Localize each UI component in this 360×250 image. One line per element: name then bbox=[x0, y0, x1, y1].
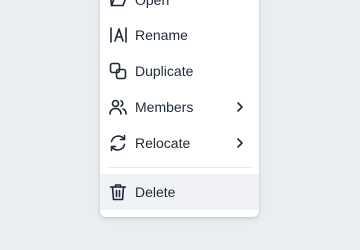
rename-cursor-icon bbox=[108, 25, 128, 45]
menu-item-rename[interactable]: Rename bbox=[100, 17, 259, 53]
menu-item-label: Relocate bbox=[135, 135, 191, 151]
chevron-right-icon bbox=[237, 102, 243, 112]
members-icon bbox=[108, 97, 128, 117]
menu-item-label: Open bbox=[135, 0, 170, 8]
relocate-icon bbox=[108, 133, 128, 153]
open-folder-icon bbox=[108, 0, 128, 10]
trash-icon bbox=[108, 182, 128, 202]
context-menu: Open Rename Duplicate Members Relocate D… bbox=[100, 0, 259, 217]
menu-item-duplicate[interactable]: Duplicate bbox=[100, 53, 259, 89]
menu-item-label: Rename bbox=[135, 27, 188, 43]
menu-item-label: Duplicate bbox=[135, 63, 194, 79]
duplicate-icon bbox=[108, 61, 128, 81]
menu-item-open[interactable]: Open bbox=[100, 0, 259, 18]
menu-item-delete[interactable]: Delete bbox=[100, 174, 259, 210]
chevron-right-icon bbox=[237, 138, 243, 148]
menu-divider bbox=[108, 167, 251, 168]
menu-item-members[interactable]: Members bbox=[100, 89, 259, 125]
menu-item-label: Members bbox=[135, 99, 194, 115]
menu-item-relocate[interactable]: Relocate bbox=[100, 125, 259, 161]
menu-item-label: Delete bbox=[135, 184, 176, 200]
